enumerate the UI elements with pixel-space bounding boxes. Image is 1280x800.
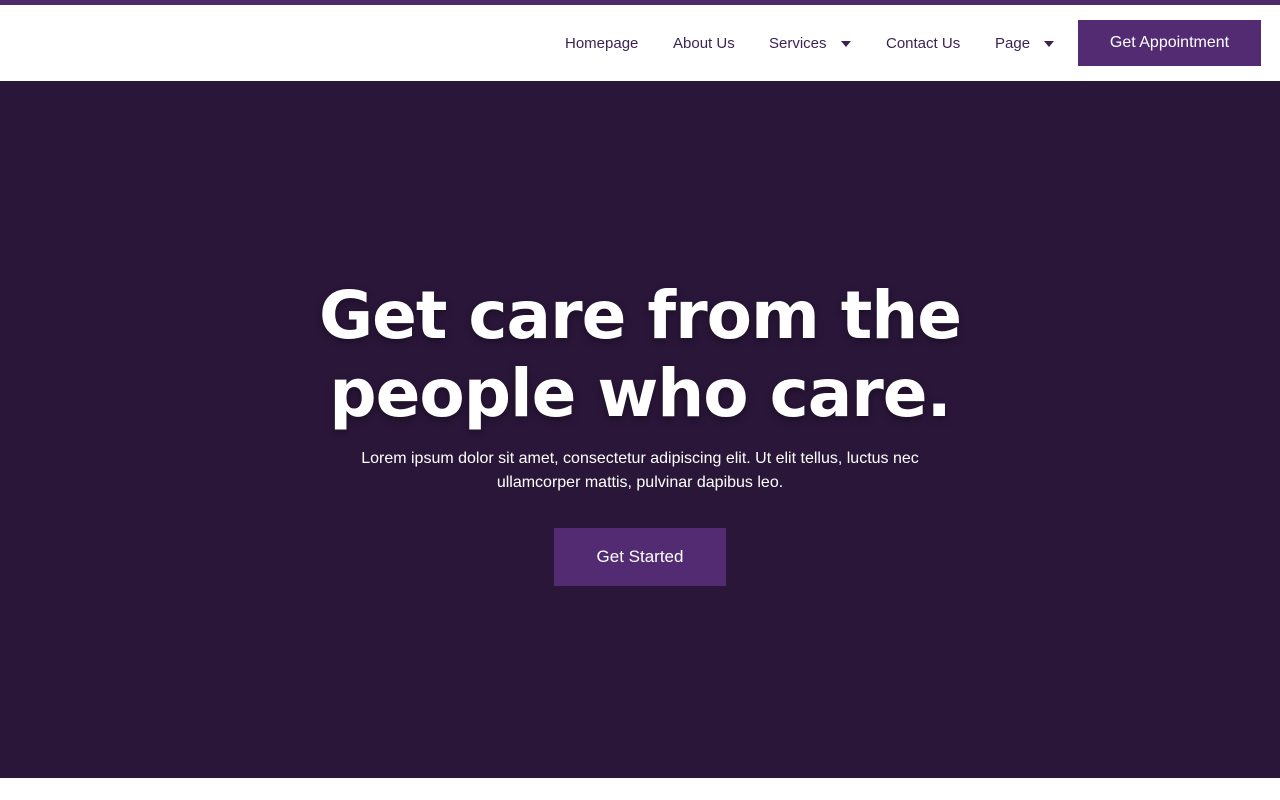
nav-item-contact-us[interactable]: Contact Us xyxy=(886,5,960,81)
hero-subtitle: Lorem ipsum dolor sit amet, consectetur … xyxy=(340,447,940,495)
hero-title-line-2: people who care. xyxy=(329,355,951,432)
nav-item-label: Page xyxy=(995,34,1031,52)
nav-item-about-us[interactable]: About Us xyxy=(673,5,735,81)
nav-item-services[interactable]: Services xyxy=(769,5,851,81)
nav-item-label: Services xyxy=(769,34,827,52)
caret-down-icon xyxy=(1044,40,1055,47)
site-header: Homepage About Us Services Contact Us Pa… xyxy=(0,5,1280,81)
nav-item-label: Contact Us xyxy=(886,34,961,52)
hero-title: Get care from the people who care. xyxy=(290,277,990,433)
caret-down-icon xyxy=(840,40,851,47)
hero-title-line-1: Get care from the xyxy=(318,277,962,354)
page-below-hero xyxy=(0,778,1280,800)
get-started-button[interactable]: Get Started xyxy=(554,528,726,586)
get-appointment-button[interactable]: Get Appointment xyxy=(1078,20,1261,66)
hero-subtitle-line-2: ullamcorper mattis, pulvinar dapibus leo… xyxy=(496,474,784,491)
nav-item-label: About Us xyxy=(673,34,735,52)
nav-item-label: Homepage xyxy=(565,34,639,52)
nav-item-homepage[interactable]: Homepage xyxy=(565,5,638,81)
nav-item-page[interactable]: Page xyxy=(995,5,1055,81)
hero-subtitle-line-1: Lorem ipsum dolor sit amet, consectetur … xyxy=(361,450,919,467)
hero-section: Get care from the people who care. Lorem… xyxy=(0,81,1280,778)
